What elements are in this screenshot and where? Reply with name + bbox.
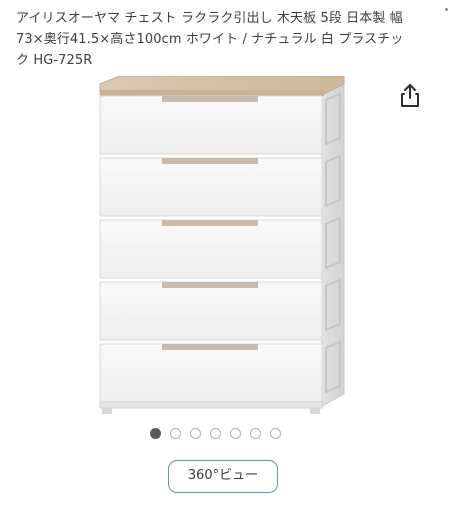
carousel-dot[interactable] — [210, 428, 221, 439]
product-image[interactable] — [92, 76, 362, 416]
drawer-3 — [99, 219, 323, 279]
drawer-4 — [99, 281, 323, 341]
carousel-dot[interactable] — [230, 428, 241, 439]
corner-indicator — [445, 8, 448, 11]
cabinet-base — [99, 401, 323, 409]
drawer-1 — [99, 95, 323, 155]
carousel-dot[interactable] — [170, 428, 181, 439]
share-icon[interactable] — [398, 82, 422, 108]
carousel-dot[interactable] — [270, 428, 281, 439]
drawer-2 — [99, 157, 323, 217]
drawer-5 — [99, 343, 323, 403]
carousel-dot[interactable] — [190, 428, 201, 439]
carousel-dot[interactable] — [250, 428, 261, 439]
carousel-dots — [150, 428, 281, 439]
carousel-dot[interactable] — [150, 428, 161, 439]
product-title: アイリスオーヤマ チェスト ラクラク引出し 木天板 5段 日本製 幅73×奥行4… — [16, 11, 404, 68]
view-360-button[interactable]: 360°ビュー — [168, 460, 278, 493]
